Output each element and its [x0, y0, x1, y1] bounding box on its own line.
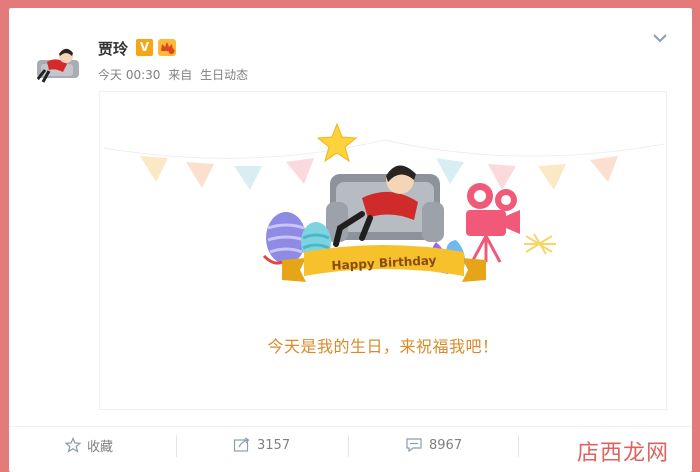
favorite-button[interactable]: 收藏 — [65, 427, 113, 463]
repost-button[interactable]: 3157 — [233, 427, 290, 463]
post-time[interactable]: 今天 00:30 — [98, 68, 160, 82]
author-avatar[interactable] — [33, 38, 85, 90]
author-name[interactable]: 贾玲 — [98, 38, 128, 59]
source-prefix: 来自 — [168, 68, 193, 82]
action-divider — [518, 435, 519, 457]
post-meta: 今天 00:30 来自 生日动态 — [98, 66, 252, 83]
comment-count: 8967 — [429, 437, 463, 453]
verified-badge: V — [136, 39, 153, 56]
birthday-card[interactable]: Happy Birthday 今天是我的生日，来祝福我吧！ — [99, 91, 667, 410]
birthday-blessing: 今天是我的生日，来祝福我吧！ — [267, 337, 499, 356]
action-divider — [176, 435, 177, 457]
speech-bubble-icon — [406, 438, 422, 453]
comment-button[interactable]: 8967 — [405, 427, 462, 463]
birthday-illustration — [103, 122, 665, 282]
chevron-down-icon[interactable] — [650, 28, 670, 48]
share-arrow-icon — [233, 437, 250, 452]
watermark: 店西龙网 — [577, 441, 670, 466]
action-divider — [348, 435, 349, 457]
weibo-post-card: 贾玲 V 今天 00:30 来自 生日动态 Happy Birthday 今天是… — [9, 8, 692, 472]
post-source[interactable]: 生日动态 — [200, 68, 248, 82]
favorite-label: 收藏 — [87, 439, 114, 455]
vip-crown-icon — [158, 39, 176, 56]
star-outline-icon — [65, 437, 81, 453]
repost-count: 3157 — [257, 437, 291, 453]
